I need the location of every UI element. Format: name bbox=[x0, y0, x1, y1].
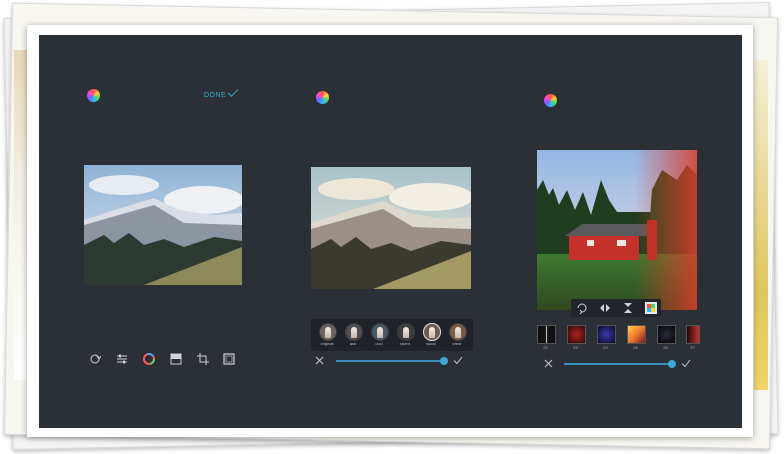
red-cabin-forest-photo bbox=[537, 150, 697, 310]
texture-tool-row bbox=[571, 299, 661, 317]
checkmark-icon[interactable] bbox=[681, 359, 691, 368]
intensity-slider-knob[interactable] bbox=[440, 357, 448, 365]
adjust-icon[interactable] bbox=[116, 353, 128, 365]
flip-horizontal-icon[interactable] bbox=[598, 301, 612, 315]
texture-swatch[interactable] bbox=[627, 325, 646, 344]
color-wheel-icon[interactable] bbox=[143, 353, 155, 365]
editor-panel-textures: 22 23 24 25 26 27 bbox=[499, 35, 742, 428]
filter-label: original bbox=[320, 341, 334, 346]
close-icon[interactable] bbox=[544, 359, 553, 368]
frame-icon[interactable] bbox=[223, 353, 235, 365]
filter-thumbnail bbox=[319, 323, 337, 341]
filter-thumbnail bbox=[449, 323, 467, 341]
close-icon[interactable] bbox=[315, 356, 324, 365]
filter-thumbnail bbox=[371, 323, 389, 341]
intensity-slider-knob[interactable] bbox=[668, 360, 676, 368]
filter-thumbnail bbox=[397, 323, 415, 341]
texture-swatch[interactable] bbox=[537, 325, 556, 344]
swatch-label: 22 bbox=[543, 345, 548, 350]
swatch-label: 24 bbox=[603, 345, 608, 350]
filter-ash[interactable]: ash bbox=[343, 323, 363, 349]
editor-panel-main: DONE bbox=[39, 35, 269, 428]
rainbow-logo-icon bbox=[316, 91, 329, 104]
filter-cool[interactable]: cool bbox=[369, 323, 389, 349]
filter-thumbnail-selected bbox=[423, 323, 441, 341]
app-screen: DONE original ash cool raven wood crest … bbox=[39, 35, 742, 428]
done-button[interactable]: DONE bbox=[204, 92, 226, 99]
texture-swatch[interactable] bbox=[567, 325, 586, 344]
intensity-slider-track[interactable] bbox=[564, 363, 672, 365]
filter-thumbnail bbox=[345, 323, 363, 341]
filter-wood[interactable]: wood bbox=[421, 323, 441, 349]
swatch-label: 25 bbox=[633, 345, 638, 350]
filter-label: crest bbox=[452, 341, 462, 346]
crop-icon[interactable] bbox=[197, 353, 209, 365]
screenshot-frame: DONE original ash cool raven wood crest … bbox=[27, 25, 753, 437]
filter-label: raven bbox=[399, 341, 410, 346]
checkmark-icon[interactable] bbox=[226, 89, 240, 97]
filter-label: ash bbox=[349, 341, 357, 346]
texture-swatch[interactable] bbox=[657, 325, 676, 344]
filter-label: wood bbox=[426, 341, 436, 346]
contrast-icon[interactable] bbox=[170, 353, 182, 365]
mountain-landscape-photo-filtered bbox=[311, 167, 471, 289]
checkmark-icon[interactable] bbox=[453, 356, 463, 365]
mountain-landscape-photo bbox=[84, 165, 242, 285]
swatch-label: 26 bbox=[663, 345, 668, 350]
rainbow-logo-icon bbox=[544, 94, 557, 107]
texture-swatch[interactable] bbox=[597, 325, 616, 344]
filter-strip: original ash cool raven wood crest bbox=[311, 319, 473, 351]
filter-crest[interactable]: crest bbox=[447, 323, 467, 349]
texture-icon[interactable] bbox=[644, 301, 658, 315]
rotate-icon[interactable] bbox=[89, 353, 101, 365]
swatch-label: 27 bbox=[690, 345, 695, 350]
filter-original[interactable]: original bbox=[317, 323, 337, 349]
rotate-icon[interactable] bbox=[575, 301, 589, 315]
filter-raven[interactable]: raven bbox=[395, 323, 415, 349]
swatch-label: 23 bbox=[573, 345, 578, 350]
stack-edge-right bbox=[754, 60, 768, 390]
editor-panel-filters: original ash cool raven wood crest bbox=[269, 35, 499, 428]
rainbow-logo-icon bbox=[87, 89, 100, 102]
flip-vertical-icon[interactable] bbox=[621, 301, 635, 315]
intensity-slider-track[interactable] bbox=[336, 360, 444, 362]
filter-label: cool bbox=[375, 341, 383, 346]
texture-swatch[interactable] bbox=[686, 325, 700, 344]
